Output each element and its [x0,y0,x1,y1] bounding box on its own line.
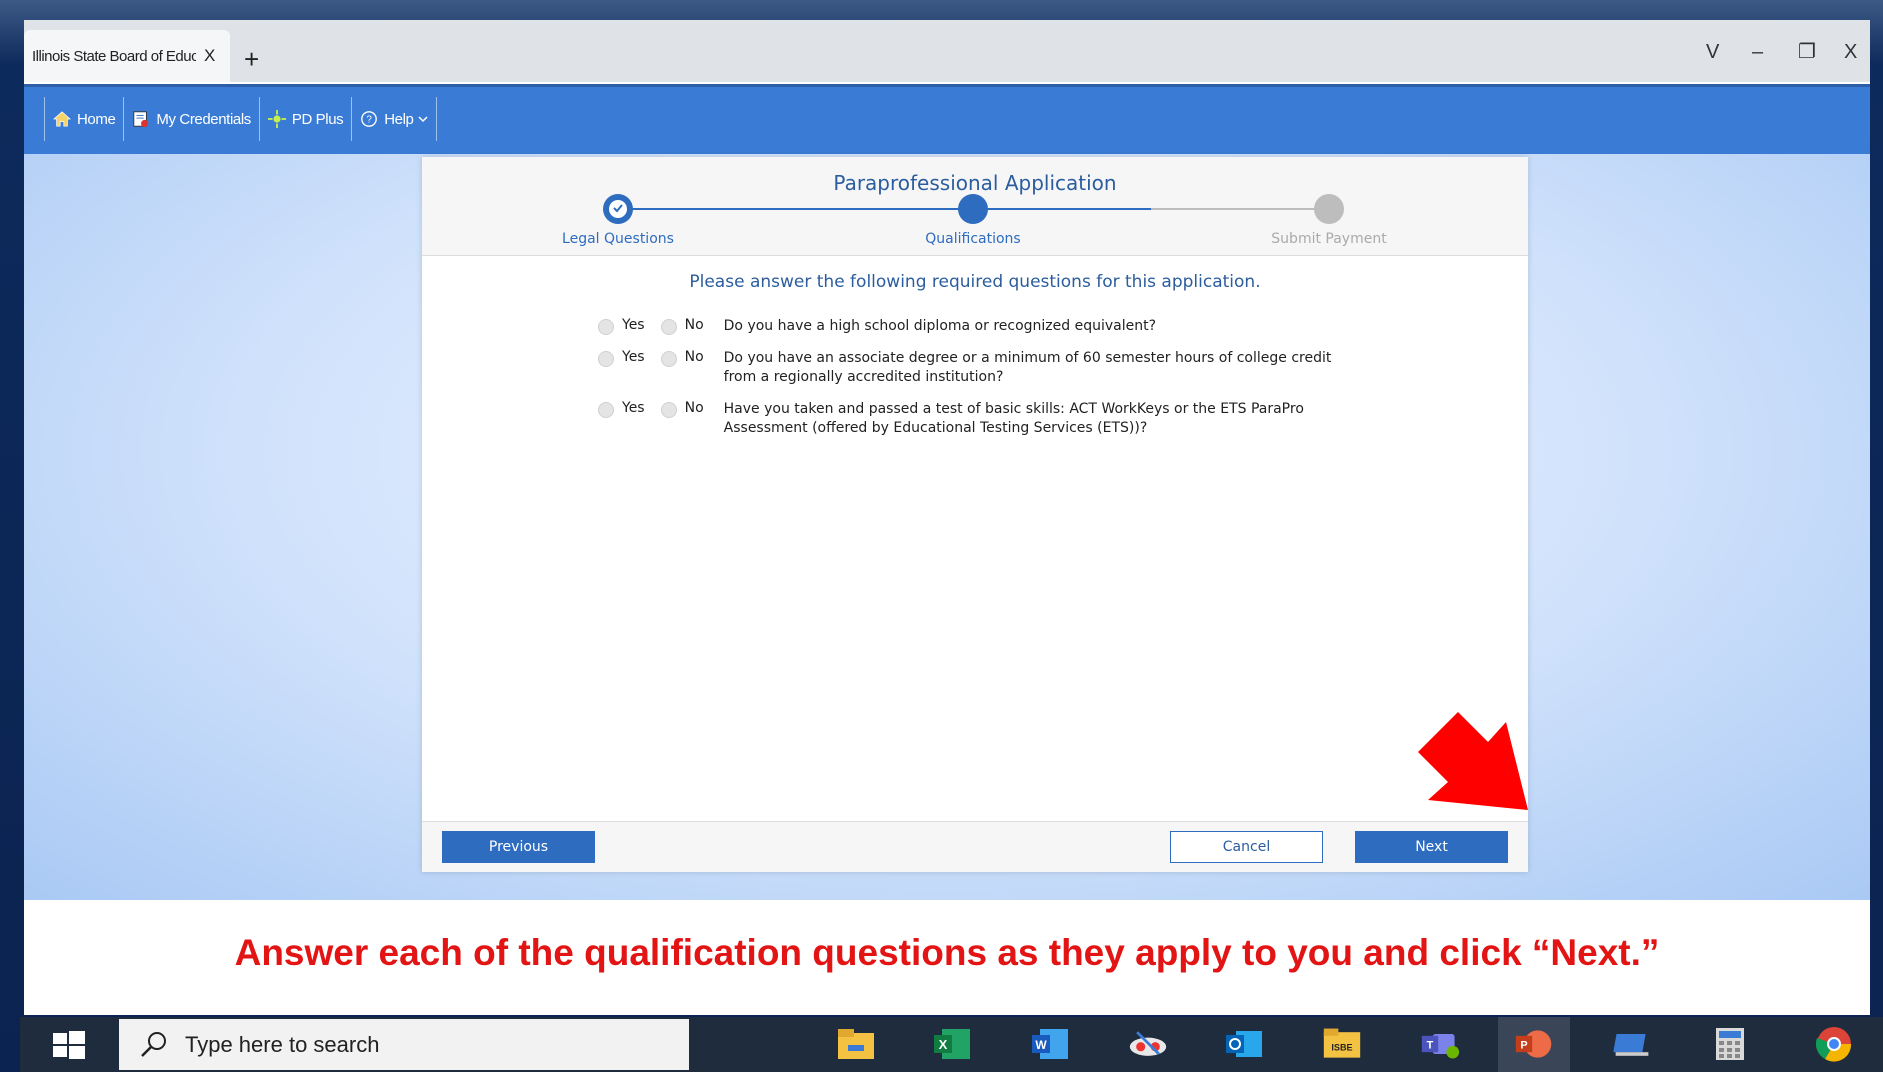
teams-icon[interactable]: T [1420,1025,1460,1063]
home-icon [53,111,71,127]
question-row: Yes No Do you have a high school diploma… [598,317,1344,336]
no-label: No [684,400,704,416]
yes-label: Yes [622,349,645,365]
nav-my-credentials[interactable]: My Credentials [123,97,258,141]
question-text: Do you have an associate degree or a min… [723,350,1332,385]
yes-radio[interactable] [598,319,614,335]
svg-text:ISBE: ISBE [1331,1042,1352,1052]
question-row: Yes No Do you have an associate degree o… [598,349,1344,387]
outlook-icon[interactable] [1224,1025,1264,1063]
application-footer: Previous Cancel Next [422,821,1528,872]
start-button[interactable] [20,1017,118,1072]
no-label: No [684,349,704,365]
cancel-button[interactable]: Cancel [1170,831,1323,863]
presentation-slide: Illinois State Board of Education X + V … [24,20,1870,1015]
credentials-icon [133,111,149,128]
minimize-icon[interactable]: – [1752,42,1763,62]
nav-home-label: Home [77,110,116,128]
yes-radio[interactable] [598,402,614,418]
search-icon [141,1031,166,1057]
powerpoint-icon[interactable]: P [1514,1025,1554,1063]
step-submit-payment-dot [1314,194,1344,224]
new-tab-button[interactable]: + [244,46,259,72]
chrome-icon[interactable] [1814,1025,1854,1063]
app-navbar: Home My Credentials PD Plus ? Help [24,84,1870,154]
nav-help-label: Help [384,110,414,128]
word-icon[interactable]: W [1030,1025,1070,1063]
step-legal-questions-label[interactable]: Legal Questions [518,231,718,247]
previous-button[interactable]: Previous [442,831,595,863]
progress-line-pending [1151,208,1329,210]
taskbar: Type here to search X W ISBE T P [20,1017,1883,1072]
taskbar-search-input[interactable]: Type here to search [119,1019,689,1070]
svg-text:P: P [1520,1040,1527,1052]
browser-tab-strip: Illinois State Board of Education X + V … [24,20,1870,82]
caption-text: Answer each of the qualification questio… [234,932,1660,973]
nav-pd-plus[interactable]: PD Plus [258,97,351,141]
no-radio[interactable] [660,351,677,367]
no-label: No [684,317,704,333]
tab-search-chevron-icon[interactable]: V [1706,42,1719,62]
red-arrow-icon [1418,712,1528,810]
step-qualifications-label: Qualifications [925,231,1021,247]
yes-label: Yes [622,317,645,333]
remote-desktop-icon[interactable] [1612,1025,1652,1063]
next-button[interactable]: Next [1355,831,1508,863]
calculator-icon[interactable] [1710,1025,1750,1063]
step-qualifications-dot [958,194,988,224]
svg-text:W: W [1035,1038,1047,1052]
instructions-text: Please answer the following required que… [689,272,1261,292]
nav-home[interactable]: Home [44,97,123,141]
yes-radio[interactable] [598,351,614,367]
svg-text:T: T [1427,1040,1434,1052]
windows-icon [53,1030,85,1059]
tab-close-icon[interactable]: X [204,46,215,66]
slide-caption: Answer each of the qualification questio… [24,900,1870,1015]
isbe-icon[interactable]: ISBE [1322,1025,1362,1063]
yes-label: Yes [622,400,645,416]
progress-line-current [973,208,1151,210]
close-window-icon[interactable]: X [1844,42,1857,62]
browser-tab[interactable]: Illinois State Board of Education X [24,30,230,82]
excel-icon[interactable]: X [932,1025,972,1063]
pd-plus-icon [267,110,286,128]
svg-text:?: ? [367,115,373,126]
question-row: Yes No Have you taken and passed a test … [598,400,1344,438]
browser-tab-title: Illinois State Board of Education [32,47,196,65]
svg-text:X: X [939,1037,948,1052]
snipping-tool-icon[interactable] [1128,1025,1168,1063]
application-header: Paraprofessional Application Legal Quest… [422,157,1528,256]
restore-icon[interactable]: ❐ [1798,42,1816,62]
file-explorer-icon[interactable] [836,1025,876,1063]
application-card: Paraprofessional Application Legal Quest… [422,157,1528,872]
search-placeholder: Type here to search [185,1031,380,1057]
nav-pd-plus-label: PD Plus [291,110,344,128]
check-icon [613,204,623,213]
question-text: Do you have a high school diploma or rec… [723,318,1157,334]
nav-help[interactable]: ? Help [351,97,437,141]
nav-my-credentials-label: My Credentials [156,110,251,128]
progress-line-complete [618,208,973,210]
no-radio[interactable] [660,402,677,418]
no-radio[interactable] [660,319,677,335]
chevron-down-icon [417,116,428,123]
question-text: Have you taken and passed a test of basi… [723,401,1304,436]
help-icon: ? [361,111,378,127]
step-submit-payment-label: Submit Payment [1271,231,1387,247]
page-title: Paraprofessional Application [833,171,1117,195]
